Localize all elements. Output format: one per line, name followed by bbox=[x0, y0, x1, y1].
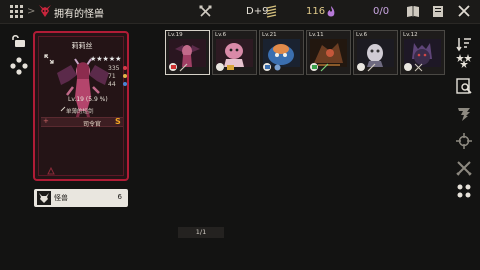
wing-icon[interactable] bbox=[456, 106, 472, 122]
monster-slot[interactable]: Lv.11 bbox=[306, 30, 351, 75]
element-badge bbox=[216, 63, 224, 71]
rune-icon bbox=[47, 167, 55, 175]
element-badge bbox=[404, 63, 412, 71]
devil-icon bbox=[39, 5, 51, 17]
rank-label: 司令官 bbox=[83, 121, 102, 128]
crossed-tools-icon[interactable] bbox=[199, 5, 212, 18]
monster-slot[interactable]: Lv.12 bbox=[400, 30, 445, 75]
journal-icon[interactable] bbox=[432, 5, 445, 18]
element-badge bbox=[357, 63, 365, 71]
devil-head-icon bbox=[37, 191, 51, 205]
sort-icon[interactable] bbox=[456, 36, 472, 52]
monster-slot[interactable]: Lv.6 bbox=[212, 30, 257, 75]
equipment-icon bbox=[179, 63, 188, 72]
monster-tab-count: 6 bbox=[117, 193, 122, 201]
stat-defense: 44 bbox=[108, 81, 116, 88]
inspect-icon[interactable] bbox=[456, 78, 472, 94]
stat-hp: 335 bbox=[108, 65, 120, 72]
plus-icon[interactable]: + bbox=[43, 117, 49, 125]
star-rating: ★★★★★ bbox=[90, 55, 122, 63]
weapon-name: 单薄的短剑 bbox=[66, 109, 94, 115]
hp-heart-icon bbox=[123, 66, 127, 70]
resource-bars-icon bbox=[266, 5, 277, 18]
soul-count: 0/0 bbox=[373, 6, 390, 17]
equipment-icon bbox=[227, 65, 234, 70]
monster-detail-card: 莉莉丝 ★★★★★ 335 71 44 Lv.19 (5.9 %) 单薄的短剑 … bbox=[33, 31, 129, 181]
crossed-swords-icon[interactable] bbox=[456, 160, 472, 176]
breadcrumb-chevron-icon: > bbox=[27, 6, 36, 17]
equipment-icon bbox=[367, 63, 376, 72]
rank-bar: + 司令官 S bbox=[41, 117, 123, 128]
card-frame: 莉莉丝 ★★★★★ 335 71 44 Lv.19 (5.9 %) 单薄的短剑 … bbox=[38, 36, 127, 176]
slot-level: Lv.12 bbox=[403, 32, 418, 38]
stars-filter-icon[interactable] bbox=[456, 53, 472, 69]
attack-icon bbox=[123, 74, 127, 78]
cluster-icon[interactable] bbox=[456, 183, 472, 199]
equipment-icon bbox=[320, 63, 329, 72]
page-title: 拥有的怪兽 bbox=[54, 9, 104, 20]
monster-category-tab[interactable]: 怪兽 6 bbox=[34, 189, 128, 207]
slot-level: Lv.21 bbox=[262, 32, 277, 38]
level-progress: Lv.19 (5.9 %) bbox=[68, 96, 108, 103]
monster-tab-label: 怪兽 bbox=[54, 194, 68, 202]
gold-amount: 116 bbox=[306, 6, 326, 17]
element-badge bbox=[263, 63, 271, 71]
equipment-icon bbox=[274, 64, 281, 71]
rank-grade: S bbox=[115, 117, 121, 126]
element-badge bbox=[310, 63, 318, 71]
stat-attack: 71 bbox=[108, 73, 116, 80]
target-icon[interactable] bbox=[456, 133, 472, 149]
unlock-icon[interactable] bbox=[10, 34, 26, 48]
monster-slot[interactable]: Lv.6 bbox=[353, 30, 398, 75]
equipment-icon bbox=[414, 63, 423, 72]
monster-slot[interactable]: Lv.19 bbox=[165, 30, 210, 75]
close-icon[interactable] bbox=[457, 4, 471, 18]
slot-level: Lv.6 bbox=[356, 32, 368, 38]
monster-name: 莉莉丝 bbox=[71, 42, 93, 50]
monster-slot[interactable]: Lv.21 bbox=[259, 30, 304, 75]
slot-level: Lv.11 bbox=[309, 32, 324, 38]
slot-level: Lv.19 bbox=[168, 32, 183, 38]
page-indicator: 1/1 bbox=[178, 227, 224, 238]
soul-flame-icon bbox=[327, 6, 335, 17]
gamepad-dots-icon[interactable] bbox=[10, 57, 28, 75]
slot-level: Lv.6 bbox=[215, 32, 227, 38]
menu-grid-icon[interactable] bbox=[10, 5, 23, 18]
element-badge bbox=[169, 63, 177, 71]
top-bar: > 拥有的怪兽 D+9 116 0/0 bbox=[0, 0, 480, 24]
book-icon[interactable] bbox=[406, 5, 420, 18]
defense-icon bbox=[123, 82, 127, 86]
